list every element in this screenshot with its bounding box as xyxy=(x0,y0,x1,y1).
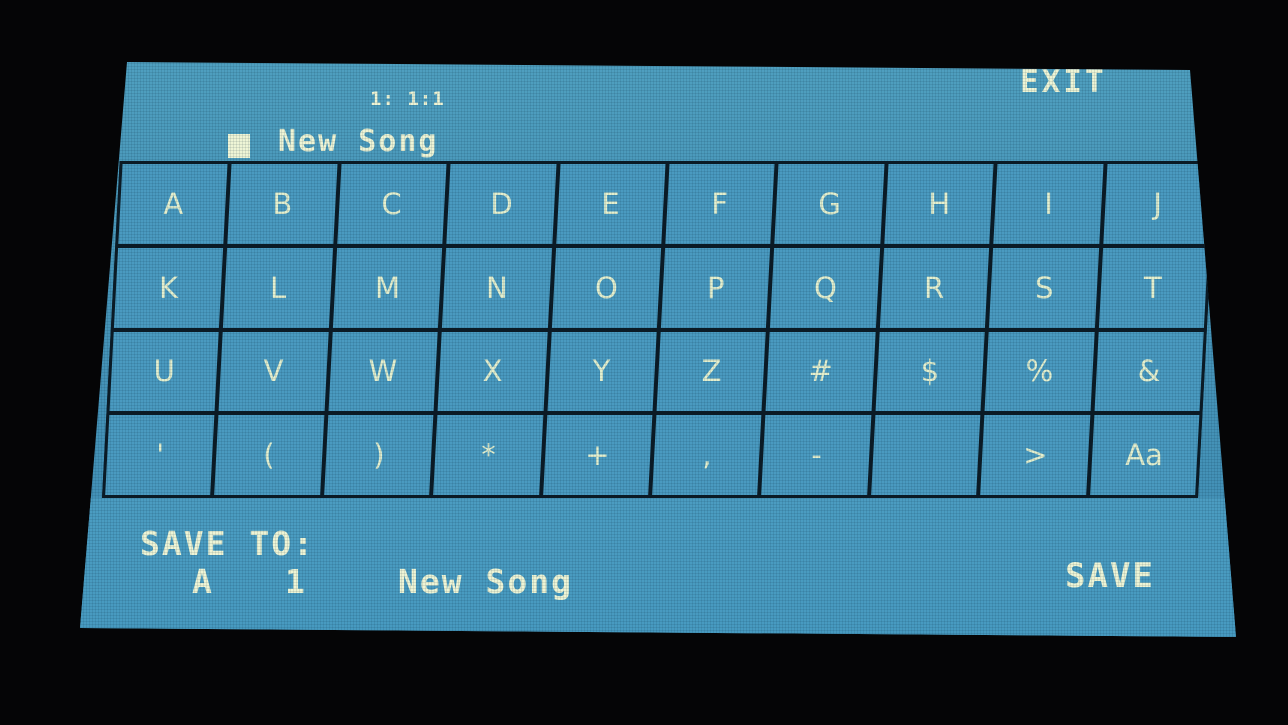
key-label: H xyxy=(927,186,950,221)
key-char-23[interactable]: X xyxy=(437,331,548,412)
key-label: ) xyxy=(373,438,385,473)
position-counter: 1: 1:1 xyxy=(370,88,445,110)
key-label: P xyxy=(706,270,725,305)
key-label: ( xyxy=(263,438,275,473)
key-label: * xyxy=(480,438,496,473)
key-char-7[interactable]: H xyxy=(884,164,994,244)
key-label: # xyxy=(808,354,833,389)
save-song-name: New Song xyxy=(398,562,573,601)
text-cursor xyxy=(228,134,250,158)
key-char-10[interactable]: K xyxy=(113,247,224,328)
key-label: C xyxy=(381,186,403,221)
key-char-2[interactable]: C xyxy=(337,164,447,244)
key-label: U xyxy=(153,354,175,389)
key-char-8[interactable]: I xyxy=(993,164,1104,244)
key-char-12[interactable]: M xyxy=(332,247,443,328)
key-char-1[interactable]: B xyxy=(227,164,338,244)
key-label: G xyxy=(818,186,841,221)
key-label: % xyxy=(1025,354,1054,389)
key-char-3[interactable]: D xyxy=(446,164,557,244)
key-label: N xyxy=(486,270,508,305)
key-char-13[interactable]: N xyxy=(442,247,552,328)
key-label: X xyxy=(482,354,503,389)
key-char-34[interactable]: + xyxy=(542,415,653,495)
key-label: > xyxy=(1022,438,1048,473)
save-bar xyxy=(80,498,1236,637)
key-space[interactable] xyxy=(870,415,981,495)
song-name-field[interactable]: New Song xyxy=(278,124,439,159)
key-label: T xyxy=(1144,270,1163,305)
key-label: R xyxy=(924,270,945,305)
key-char-29[interactable]: & xyxy=(1094,331,1204,412)
key-label: O xyxy=(594,270,618,305)
key-char-17[interactable]: R xyxy=(879,247,990,328)
key-char-25[interactable]: Z xyxy=(656,331,767,412)
key-char-18[interactable]: S xyxy=(989,247,1099,328)
key-label: + xyxy=(585,438,610,473)
key-label: S xyxy=(1034,270,1054,305)
key-label: - xyxy=(811,438,822,473)
save-bank[interactable]: A xyxy=(192,562,213,601)
key-char-26[interactable]: # xyxy=(765,331,876,412)
key-label: M xyxy=(374,270,401,305)
key-label: D xyxy=(490,186,513,221)
key-char-21[interactable]: V xyxy=(218,331,329,412)
key-label: $ xyxy=(920,354,940,389)
key-char-9[interactable]: J xyxy=(1102,164,1213,244)
key-label: , xyxy=(702,438,712,473)
key-char-15[interactable]: P xyxy=(660,247,771,328)
key-char-22[interactable]: W xyxy=(328,331,438,412)
key-label: ' xyxy=(155,438,164,473)
key-label: A xyxy=(163,186,184,221)
key-char-4[interactable]: E xyxy=(555,164,666,244)
key-label: & xyxy=(1137,354,1161,389)
key-label: Aa xyxy=(1125,438,1164,473)
key-char-19[interactable]: T xyxy=(1098,247,1209,328)
key-label: Q xyxy=(813,270,837,305)
key-case-toggle[interactable]: Aa xyxy=(1089,415,1200,495)
key-char-20[interactable]: U xyxy=(109,331,220,412)
key-char-16[interactable]: Q xyxy=(770,247,880,328)
key-char-11[interactable]: L xyxy=(223,247,333,328)
key-label: V xyxy=(263,354,284,389)
key-char-31[interactable]: ( xyxy=(214,415,325,495)
key-label: L xyxy=(270,270,287,305)
key-char-38[interactable]: > xyxy=(980,415,1090,495)
exit-button[interactable]: EXIT xyxy=(1020,64,1107,100)
key-char-14[interactable]: O xyxy=(551,247,662,328)
key-char-27[interactable]: $ xyxy=(875,331,985,412)
key-label: B xyxy=(272,186,293,221)
key-label: F xyxy=(711,186,729,221)
key-label: J xyxy=(1153,186,1162,221)
key-char-5[interactable]: F xyxy=(665,164,775,244)
key-char-36[interactable]: - xyxy=(761,415,872,495)
key-char-35[interactable]: , xyxy=(652,415,762,495)
key-char-28[interactable]: % xyxy=(984,331,1095,412)
key-char-6[interactable]: G xyxy=(774,164,885,244)
lcd-screen: 1: 1:1 New Song EXIT A B C D E F G H I J K L M N O P Q R S… xyxy=(80,62,1236,637)
on-screen-keyboard: A B C D E F G H I J K L M N O P Q R S T U V W X Y Z # $% & ' () * +, - > A… xyxy=(102,161,1216,498)
key-char-32[interactable]: ) xyxy=(323,415,434,495)
key-char-30[interactable]: ' xyxy=(105,415,215,495)
key-label: Y xyxy=(593,354,611,389)
save-slot-number[interactable]: 1 xyxy=(285,562,306,601)
key-char-0[interactable]: A xyxy=(118,164,228,244)
save-to-label: SAVE TO: xyxy=(140,524,315,563)
save-button[interactable]: SAVE xyxy=(1065,556,1155,596)
key-label: Z xyxy=(701,354,722,389)
key-label: I xyxy=(1044,186,1053,221)
key-char-24[interactable]: Y xyxy=(547,331,657,412)
key-label: W xyxy=(368,354,398,389)
key-label: K xyxy=(159,270,179,305)
key-label: E xyxy=(601,186,620,221)
key-char-33[interactable]: * xyxy=(433,415,543,495)
